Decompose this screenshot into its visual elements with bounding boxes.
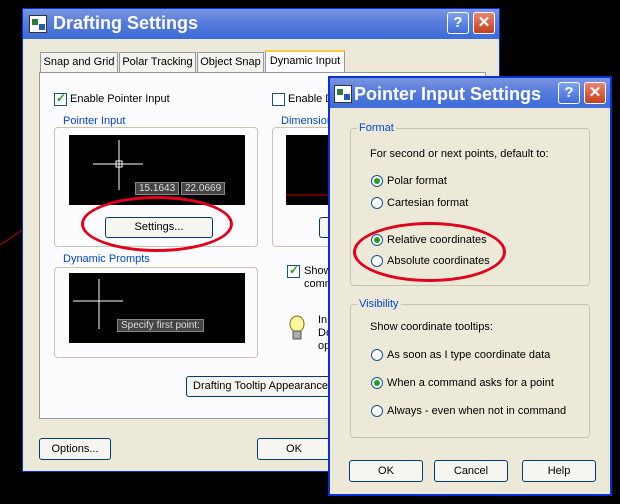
drafting-title-bar[interactable]: Drafting Settings ? ✕ (23, 9, 499, 39)
info-line1: In (318, 314, 328, 326)
type-coordinate-label: As soon as I type coordinate data (387, 349, 551, 361)
type-coordinate-radio[interactable] (371, 349, 383, 361)
format-group-label: Format (357, 122, 396, 134)
visibility-group-label: Visibility (357, 298, 401, 310)
dimension-group-label: Dimension (279, 115, 335, 127)
enable-dimension-label: Enable D (288, 93, 334, 105)
pointer-title-bar[interactable]: Pointer Input Settings ? ✕ (330, 78, 610, 108)
close-title-button[interactable]: ✕ (584, 82, 606, 104)
coordinates-highlight-ellipse (353, 222, 506, 282)
options-button[interactable]: Options... (39, 438, 111, 460)
always-radio[interactable] (371, 405, 383, 417)
close-title-button[interactable]: ✕ (473, 12, 495, 34)
prompt-tooltip: Specify first point: (117, 319, 204, 332)
enable-pointer-checkbox[interactable] (54, 91, 67, 106)
polar-format-label: Polar format (387, 175, 447, 187)
autocad-app-icon (29, 15, 47, 33)
help-title-button[interactable]: ? (558, 82, 580, 104)
cartesian-format-label: Cartesian format (387, 197, 469, 209)
coord-tooltip-y: 22.0669 (181, 182, 226, 195)
tab-snap-and-grid[interactable]: Snap and Grid (40, 52, 118, 72)
pointer-input-settings-dialog: Pointer Input Settings ? ✕ Format For se… (328, 76, 612, 496)
tab-dynamic-input[interactable]: Dynamic Input (265, 50, 345, 72)
lightbulb-icon (289, 315, 305, 343)
polar-format-radio[interactable] (371, 175, 383, 187)
cartesian-format-radio[interactable] (371, 197, 383, 209)
tab-object-snap[interactable]: Object Snap (197, 52, 264, 72)
command-asks-label: When a command asks for a point (387, 377, 554, 389)
drafting-ok-button[interactable]: OK (257, 438, 331, 460)
show-command-checkbox[interactable] (287, 263, 300, 278)
format-description: For second or next points, default to: (370, 148, 549, 160)
crosshair-icon (73, 279, 123, 329)
enable-dimension-checkbox[interactable] (272, 93, 285, 106)
drafting-title: Drafting Settings (53, 13, 199, 33)
dynamic-prompts-label: Dynamic Prompts (61, 253, 152, 265)
pointer-cancel-button[interactable]: Cancel (434, 460, 508, 482)
visibility-description: Show coordinate tooltips: (370, 321, 493, 333)
help-title-button[interactable]: ? (447, 12, 469, 34)
pointer-input-group-label: Pointer Input (61, 115, 128, 127)
autocad-app-icon (334, 85, 352, 103)
settings-highlight-ellipse (81, 196, 233, 252)
command-asks-radio[interactable] (371, 377, 383, 389)
pointer-help-button[interactable]: Help (522, 460, 596, 482)
pointer-ok-button[interactable]: OK (349, 460, 423, 482)
coord-tooltip-x: 15.1643 (135, 182, 180, 195)
enable-pointer-label: Enable Pointer Input (70, 93, 170, 105)
always-label: Always - even when not in command (387, 405, 567, 417)
pointer-dialog-title: Pointer Input Settings (354, 84, 541, 104)
tab-polar-tracking[interactable]: Polar Tracking (119, 52, 196, 72)
prompts-preview: Specify first point: (69, 273, 245, 343)
pointer-preview: 15.1643 22.0669 (69, 135, 245, 205)
